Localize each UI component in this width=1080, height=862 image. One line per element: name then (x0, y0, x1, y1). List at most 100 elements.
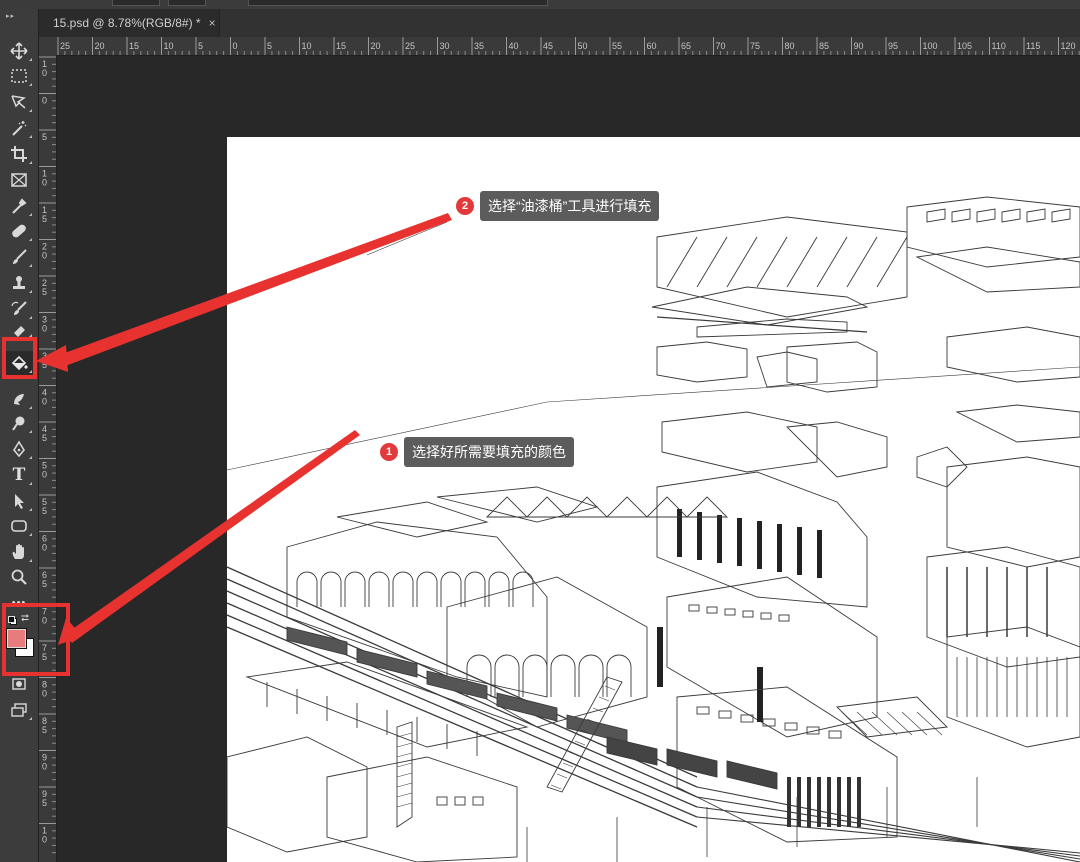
highlight-paint-bucket (2, 337, 37, 379)
annotation-1: 1 选择好所需要填充的颜色 (380, 437, 574, 467)
ruler-label: 75 (750, 41, 760, 51)
screen-mode-button[interactable] (4, 698, 34, 722)
ruler-label: 20 (371, 41, 381, 51)
clone-stamp-tool[interactable] (4, 271, 34, 295)
options-field[interactable] (248, 0, 548, 6)
ruler-label: 0 (42, 835, 47, 845)
ruler-label: 85 (819, 41, 829, 51)
lasso-icon (11, 95, 26, 109)
document-title: 15.psd @ 8.78%(RGB/8#) * (53, 16, 201, 30)
magnifier-icon (11, 569, 27, 585)
options-field[interactable] (168, 0, 206, 6)
ruler-label: 25 (405, 41, 415, 51)
ruler-label: 5 (42, 579, 47, 589)
brush-icon (13, 249, 27, 264)
annotation-number: 1 (380, 443, 398, 461)
lasso-tool[interactable] (4, 90, 34, 114)
ruler-label: 0 (42, 324, 47, 334)
rectangle-tool[interactable] (4, 514, 34, 538)
horizontal-ruler[interactable]: 25 20 15 10 5 0 5 10 15 20 25 30 35 40 45 50 55 60 65 70 75 8… (56, 37, 1080, 56)
hand-tool[interactable] (4, 540, 34, 564)
ruler-label: 0 (233, 41, 238, 51)
options-field[interactable] (112, 0, 160, 6)
ruler-label: 40 (509, 41, 519, 51)
ruler-label: 15 (336, 41, 346, 51)
crop-tool[interactable] (4, 142, 34, 166)
ruler-label: 0 (42, 178, 47, 188)
rounded-rectangle-icon (11, 520, 27, 532)
ruler-label: 120 (1061, 41, 1076, 51)
close-tab-icon[interactable]: × (209, 16, 216, 30)
move-icon (10, 42, 28, 60)
dodge-icon (12, 416, 25, 431)
ruler-label: 30 (440, 41, 450, 51)
magic-wand-icon (12, 121, 27, 136)
ruler-label: 65 (681, 41, 691, 51)
ruler-label: 45 (543, 41, 553, 51)
history-brush-icon (11, 301, 27, 315)
ruler-label: 0 (42, 689, 47, 699)
magic-wand-tool[interactable] (4, 116, 34, 140)
screen-mode-icon (11, 703, 27, 717)
options-bar-strip (0, 0, 1080, 9)
type-icon: T (12, 465, 26, 485)
bandage-icon (12, 224, 26, 238)
architectural-line-drawing (227, 196, 1080, 862)
ruler-label: 0 (42, 762, 47, 772)
healing-brush-tool[interactable] (4, 219, 34, 243)
ruler-corner[interactable] (39, 37, 57, 56)
document-tab[interactable]: 15.psd @ 8.78%(RGB/8#) * × (39, 9, 220, 37)
smudge-tool[interactable] (4, 387, 34, 411)
annotation-text: 选择好所需要填充的颜色 (404, 437, 574, 467)
ruler-label: 115 (1026, 41, 1040, 51)
type-tool[interactable]: T (4, 463, 34, 487)
arrow-pointer-icon (15, 494, 24, 509)
stamp-icon (13, 276, 25, 289)
ruler-label: 70 (716, 41, 726, 51)
pen-tool[interactable] (4, 437, 34, 461)
ruler-label: 95 (888, 41, 898, 51)
ruler-label: 5 (42, 214, 47, 224)
ruler-label: 50 (578, 41, 588, 51)
path-selection-tool[interactable] (4, 489, 34, 513)
ruler-label: 5 (267, 41, 272, 51)
ruler-label: 0 (42, 96, 47, 106)
ruler-label: 80 (785, 41, 795, 51)
document-tab-bar: 15.psd @ 8.78%(RGB/8#) * × (39, 9, 1080, 37)
smudge-icon (14, 394, 24, 405)
ruler-label: 105 (957, 41, 972, 51)
ruler-label: 5 (198, 41, 203, 51)
document-canvas[interactable] (227, 137, 1080, 862)
vertical-ruler[interactable]: 1005101520253035404550556065707580859095… (39, 55, 57, 862)
ruler-label: 15 (129, 41, 139, 51)
marquee-tool[interactable] (4, 64, 34, 88)
ruler-label: 60 (647, 41, 657, 51)
ruler-label: 0 (42, 251, 47, 261)
ruler-label: 0 (42, 68, 47, 78)
ruler-label: 100 (923, 41, 938, 51)
ruler-label: 5 (42, 360, 47, 370)
frame-tool[interactable] (4, 168, 34, 192)
annotation-text: 选择“油漆桶”工具进行填充 (480, 191, 660, 221)
quick-mask-icon (12, 678, 26, 690)
ruler-label: 110 (992, 41, 1006, 51)
zoom-tool[interactable] (4, 565, 34, 589)
tools-panel: ▸▸ T ••• ⮂ (0, 9, 39, 862)
ruler-label: 5 (42, 287, 47, 297)
history-brush-tool[interactable] (4, 297, 34, 321)
hand-icon (12, 544, 24, 559)
brush-tool[interactable] (4, 245, 34, 269)
move-tool[interactable] (4, 39, 34, 63)
eyedropper-tool[interactable] (4, 194, 34, 218)
panel-grip[interactable]: ▸▸ (6, 12, 15, 20)
ruler-label: 5 (42, 798, 47, 808)
ruler-label: 35 (474, 41, 484, 51)
ruler-label: 90 (854, 41, 864, 51)
ruler-label: 5 (42, 506, 47, 516)
dodge-tool[interactable] (4, 411, 34, 435)
ruler-label: 55 (612, 41, 622, 51)
ruler-label: 10 (164, 41, 174, 51)
highlight-color-swatches (2, 603, 70, 676)
crop-icon (11, 146, 27, 162)
pen-icon (13, 440, 25, 458)
